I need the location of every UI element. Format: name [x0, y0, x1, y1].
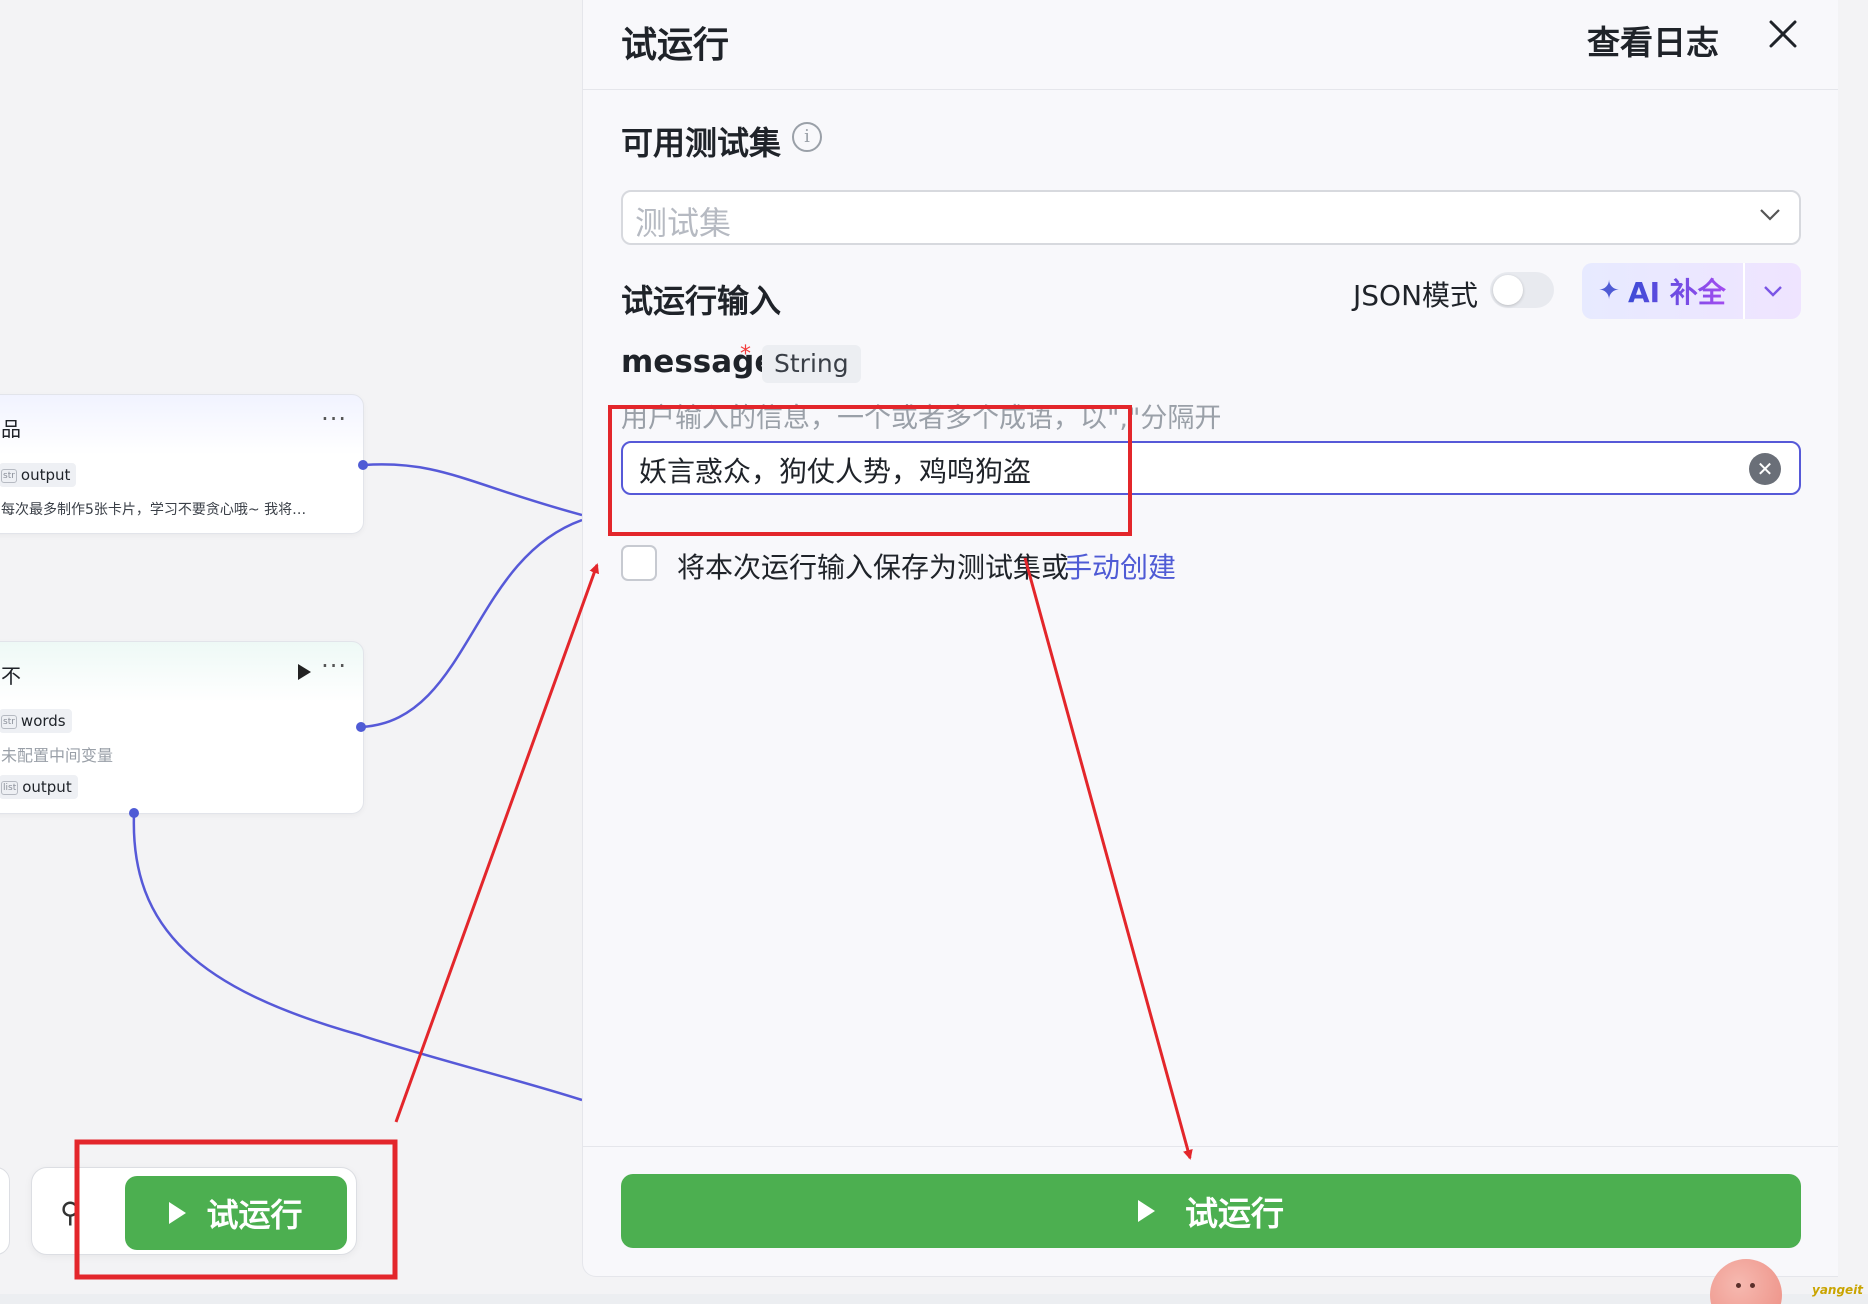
ai-fill-dropdown-button[interactable] — [1745, 263, 1801, 319]
output-port[interactable] — [129, 808, 139, 818]
output-port[interactable] — [356, 722, 366, 732]
chevron-down-icon — [1760, 209, 1780, 221]
unconfigured-variable-text: 未配置中间变量 — [1, 746, 114, 765]
canvas-toolbar: ⚲ 试运行 — [31, 1167, 357, 1255]
run-button[interactable]: 试运行 — [621, 1174, 1801, 1248]
view-log-button[interactable]: 查看日志 — [1587, 16, 1719, 64]
workflow-node-2[interactable]: 不 ··· str words 未配置中间变量 list output — [0, 641, 364, 814]
ai-fill-button[interactable]: ✦ AI 补全 — [1582, 263, 1742, 319]
node-description: 每次最多制作5张卡片，学习不要贪心哦~ 我将… — [1, 502, 307, 518]
message-input[interactable]: 妖言惑众，狗仗人势，鸡鸣狗盗 ✕ — [621, 441, 1801, 495]
panel-header: 试运行 查看日志 — [583, 0, 1838, 90]
footer-divider — [583, 1146, 1838, 1147]
edge-node2-down — [132, 813, 582, 1102]
test-run-panel: 试运行 查看日志 可用测试集 i 测试集 试运行输入 JSON模式 ✦ AI 补… — [582, 0, 1838, 1277]
chevron-down-icon — [1764, 286, 1782, 297]
list-type-icon: list — [1, 781, 19, 795]
output-tag-label: output — [22, 778, 72, 796]
workflow-canvas[interactable]: 品 ··· str output 每次最多制作5张卡片，学习不要贪心哦~ 我将… … — [0, 0, 582, 1304]
manual-create-link[interactable]: 手动创建 — [1064, 546, 1176, 586]
eye — [1736, 1283, 1741, 1288]
edge-node1-to-end — [363, 463, 582, 517]
output-tag: list output — [0, 775, 78, 799]
more-icon[interactable]: ··· — [321, 405, 347, 433]
workflow-node-1[interactable]: 品 ··· str output 每次最多制作5张卡片，学习不要贪心哦~ 我将… — [0, 394, 364, 534]
close-icon[interactable] — [1763, 14, 1803, 54]
page-edge — [0, 1294, 1868, 1304]
link-off-icon[interactable]: ⚲ — [60, 1196, 81, 1229]
testset-heading: 可用测试集 — [621, 124, 782, 162]
required-mark: * — [740, 342, 751, 367]
watermark: yangeit — [1812, 1283, 1864, 1297]
more-icon[interactable]: ··· — [321, 652, 347, 680]
toolbar-run-label: 试运行 — [206, 1196, 303, 1234]
node-title: 不 — [1, 664, 21, 688]
output-tag-label: output — [20, 466, 71, 484]
save-as-testset-checkbox[interactable] — [621, 545, 657, 581]
clear-icon[interactable]: ✕ — [1749, 453, 1781, 485]
info-icon[interactable]: i — [792, 122, 822, 152]
play-icon — [169, 1202, 187, 1224]
output-port[interactable] — [358, 460, 368, 470]
json-mode-toggle[interactable] — [1490, 272, 1554, 308]
message-input-value: 妖言惑众，狗仗人势，鸡鸣狗盗 — [639, 455, 1032, 488]
run-button-label: 试运行 — [1185, 1194, 1284, 1233]
node-title: 品 — [1, 417, 21, 441]
words-tag: str words — [0, 709, 72, 733]
words-tag-label: words — [20, 712, 66, 730]
toolbar-run-button[interactable]: 试运行 — [125, 1176, 347, 1250]
panel-title: 试运行 — [621, 25, 730, 66]
edge-node2-to-end — [361, 518, 582, 729]
testset-select[interactable]: 测试集 — [621, 190, 1801, 245]
play-icon — [1138, 1200, 1155, 1222]
play-icon[interactable] — [298, 664, 311, 680]
eye — [1750, 1283, 1755, 1288]
param-type-badge: String — [762, 345, 861, 383]
output-tag: str output — [0, 463, 77, 487]
testset-placeholder: 测试集 — [635, 204, 732, 242]
json-mode-label: JSON模式 — [1353, 279, 1479, 312]
toolbar-left-group — [0, 1167, 10, 1255]
string-type-icon: str — [1, 469, 17, 483]
string-type-icon: str — [1, 715, 17, 729]
save-as-testset-label: 将本次运行输入保存为测试集或 — [677, 551, 1070, 584]
param-name: message — [621, 344, 776, 380]
ai-fill-button-group: ✦ AI 补全 — [1582, 263, 1801, 319]
input-heading: 试运行输入 — [621, 282, 782, 320]
sparkle-icon: ✦ — [1598, 276, 1620, 306]
ai-fill-label: AI 补全 — [1628, 271, 1726, 311]
toggle-knob — [1493, 275, 1523, 305]
param-description: 用户输入的信息，一个或者多个成语，以","分隔开 — [621, 403, 1222, 434]
